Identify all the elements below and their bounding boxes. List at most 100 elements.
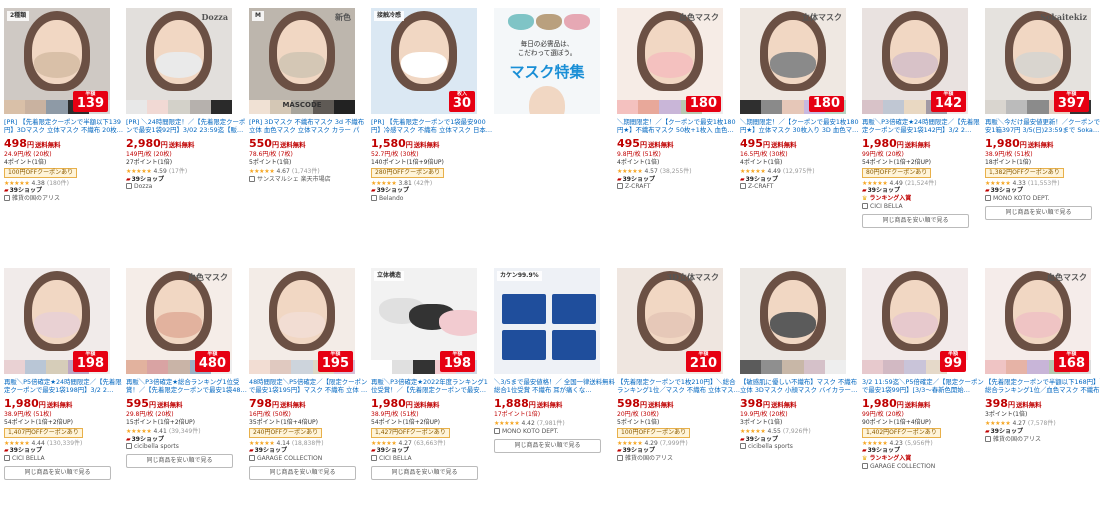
product-card[interactable]: カケン99.9% ＼3/5まで最安値格！／ 全国一律送料無料 総合1位受賞 不織布… <box>494 268 617 453</box>
review-count[interactable]: (7,578件) <box>1028 420 1056 427</box>
shop-name[interactable]: GARAGE COLLECTION <box>249 455 372 463</box>
product-title[interactable]: [PR] ＼24時間限定！／【先着限定クーポンで最安1袋92円】3/02 23:… <box>126 118 249 135</box>
shop-name[interactable]: cicibella sports <box>740 443 863 451</box>
product-title[interactable]: 【先着限定クーポンで1枚210円】＼総合ランキング1位／マスク 不織布 立体マス… <box>617 378 740 395</box>
product-title[interactable]: 再販＼P5倍確定★24時間限定／【先着限定クーポンで最安1袋198円】3/2 2… <box>4 378 127 395</box>
product-card[interactable]: 血色マスク 半額 168 【先着限定クーポンで半額以下168円】＼総合ランキング1位／… <box>985 268 1100 443</box>
product-image[interactable]: 半額 99 <box>862 268 968 374</box>
product-image[interactable]: 血色マスク 180 <box>617 8 723 114</box>
review-count[interactable]: (21,524件) <box>905 180 937 187</box>
review-count[interactable]: (1,743件) <box>292 168 320 175</box>
same-product-cheapest-button[interactable]: 同じ商品を安い順で見る <box>862 213 969 228</box>
product-title[interactable]: ＼3/5まで最安値格！／ 全国一律送料無料 総合1位受賞 不織布 耳が痛くな… <box>494 378 617 395</box>
product-title[interactable]: 再販＼P3倍確定★総合ランキング1位受賞！／【先着限定クーポンで最安1袋48… <box>126 378 249 395</box>
product-image[interactable]: カケン99.9% <box>494 268 600 374</box>
coupon-badge[interactable]: 240円OFFクーポンあり <box>249 427 323 438</box>
product-card[interactable]: 半額 198 再販＼P5倍確定★24時間限定／【先着限定クーポンで最安1袋198円】… <box>4 268 127 481</box>
product-title[interactable]: 3/2 11:59迄＼P5倍確定／【限定クーポンで最安1袋99円】[3/3〜春新… <box>862 378 985 395</box>
same-product-cheapest-button[interactable]: 同じ商品を安い順で見る <box>249 466 356 481</box>
product-image[interactable]: 毎日の必需品は、 こだわって選ぼう。 マスク特集 <box>494 8 600 114</box>
product-title[interactable]: ＼期間限定！／【クーポンで最安1枚180円★】立体マスク 30枚入り 3D 血色… <box>740 118 863 135</box>
product-title[interactable]: 【先着限定クーポンで半額以下168円】＼総合ランキング1位／血色マスク 不織布… <box>985 378 1100 395</box>
product-card[interactable]: 2種類 半額 139 [PR] 【先着限定クーポンで半額以下139円】3Dマスク 立体… <box>2 0 247 263</box>
shop-name[interactable]: Z-CRAFT <box>617 183 740 191</box>
same-product-cheapest-button[interactable]: 同じ商品を安い順で見る <box>494 438 601 453</box>
product-card[interactable]: 半額 142 再販＼P3倍確定★24時間限定／【先着限定クーポンで最安1袋142円】… <box>862 8 985 228</box>
coupon-badge[interactable]: 1,427円OFFクーポンあり <box>371 427 450 438</box>
product-card[interactable]: 毎日の必需品は、 こだわって選ぼう。 マスク特集 <box>494 8 617 118</box>
review-count[interactable]: (38,255件) <box>660 168 692 175</box>
product-image[interactable]: 血色マスク 半額 168 <box>985 268 1091 374</box>
same-product-cheapest-button[interactable]: 同じ商品を安い順で見る <box>371 466 478 481</box>
product-card[interactable]: 血色マスク 180 ＼期間限定！／【クーポンで最安1枚180円★】不織布マスク 50… <box>617 8 740 191</box>
product-image[interactable]: Sokaitekiz 半額 397 <box>985 8 1091 114</box>
product-image[interactable]: 立体マスク 180 <box>740 8 846 114</box>
review-count[interactable]: (5,956件) <box>905 440 933 447</box>
product-title[interactable]: 再販＼今だけ最安値更新！／クーポンで最安1箱397円 3/5(日)23:59まで… <box>985 118 1100 135</box>
review-count[interactable]: (7,981件) <box>537 420 565 427</box>
shop-name[interactable]: 雑貨の国のアリス <box>985 435 1100 444</box>
review-count[interactable]: (11,553件) <box>1028 180 1060 187</box>
product-title[interactable]: [PR] 【先着限定クーポンで1袋最安900円】冷感マスク 不織布 立体マスク … <box>371 118 494 135</box>
product-card[interactable]: 3D立体マスク 半額 210 【先着限定クーポンで1枚210円】＼総合ランキング1位／… <box>617 268 740 463</box>
review-count[interactable]: (39,349件) <box>169 428 201 435</box>
product-card[interactable]: Sokaitekiz 半額 397 再販＼今だけ最安値更新！／クーポンで最安1箱397… <box>985 8 1100 221</box>
product-title[interactable]: ＼期間限定！／【クーポンで最安1枚180円★】不織布マスク 50枚+1枚入 血色… <box>617 118 740 135</box>
product-title[interactable]: 再販＼P3倍確定★24時間限定／【先着限定クーポンで最安1袋142円】3/2 2… <box>862 118 985 135</box>
coupon-badge[interactable]: 1,402円OFFクーポンあり <box>862 427 941 438</box>
shop-name[interactable]: Z-CRAFT <box>740 183 863 191</box>
product-image[interactable]: 半額 195 <box>249 268 355 374</box>
product-image[interactable]: 3D立体マスク 半額 210 <box>617 268 723 374</box>
product-card[interactable]: 【敏感肌に優しい不織布】マスク 不織布 立体 3Dマスク 小顔マスク バイカラー… <box>740 268 863 451</box>
shop-name[interactable]: 雑貨の国のアリス <box>4 195 127 203</box>
shop-name[interactable]: 雑貨の国のアリス <box>617 455 740 463</box>
shop-name[interactable]: サンスマルシェ 楽天市場店 <box>249 175 372 184</box>
product-image[interactable] <box>740 268 846 374</box>
shop-name[interactable]: CICI BELLA <box>862 203 985 211</box>
review-count[interactable]: (130,339件) <box>47 440 83 447</box>
product-card[interactable]: 立体マスク 180 ＼期間限定！／【クーポンで最安1枚180円★】立体マスク 30枚… <box>740 8 863 191</box>
shop-name[interactable]: Dozza <box>126 183 249 191</box>
shop-name[interactable]: Belando <box>371 195 494 203</box>
coupon-badge[interactable]: 80円OFFクーポンあり <box>862 167 932 178</box>
coupon-badge[interactable]: 1,382円OFFクーポンあり <box>985 167 1064 178</box>
coupon-badge[interactable]: 280円OFFクーポンあり <box>371 167 445 178</box>
shop-name[interactable]: MONO KOTO DEPT. <box>985 195 1100 203</box>
product-title[interactable]: 【敏感肌に優しい不織布】マスク 不織布 立体 3Dマスク 小顔マスク バイカラー… <box>740 378 863 395</box>
product-card[interactable]: M 新色 MASCODE [PR] 3Dマスク 不織布マスク 3d 不織布 立体 血色… <box>249 8 372 183</box>
review-count[interactable]: (18,838件) <box>292 440 324 447</box>
same-product-cheapest-button[interactable]: 同じ商品を安い順で見る <box>126 454 233 469</box>
product-title[interactable]: 48時間限定＼P5倍確定／【限定クーポンで最安1袋195円】マスク 不織布 立体… <box>249 378 372 395</box>
review-count[interactable]: (180件) <box>47 180 69 187</box>
review-count[interactable]: (42件) <box>414 180 432 187</box>
product-card[interactable]: Dozza [PR] ＼24時間限定！／【先着限定クーポンで最安1袋92円】3/0… <box>124 0 369 263</box>
product-title[interactable]: 再販＼P3倍確定★2022年度ランキング1位受賞！／【先着限定クーポンで最安… <box>371 378 494 395</box>
review-count[interactable]: (7,926件) <box>783 428 811 435</box>
review-count[interactable]: (12,975件) <box>783 168 815 175</box>
coupon-badge[interactable]: 100円OFFクーポンあり <box>4 167 78 178</box>
coupon-badge[interactable]: 1,407円OFFクーポンあり <box>4 427 83 438</box>
product-card[interactable]: 立体構造 半額 198 再販＼P3倍確定★2022年度ランキング1位受賞！／【先着限定… <box>371 268 494 481</box>
product-card[interactable]: 半額 99 3/2 11:59迄＼P5倍確定／【限定クーポンで最安1袋99円】[3/… <box>862 268 985 471</box>
same-product-cheapest-button[interactable]: 同じ商品を安い順で見る <box>4 466 111 481</box>
product-title[interactable]: [PR] 【先着限定クーポンで半額以下139円】3Dマスク 立体マスク 不織布 … <box>4 118 127 135</box>
shop-name[interactable]: CICI BELLA <box>371 455 494 463</box>
shop-name[interactable]: GARAGE COLLECTION <box>862 463 985 471</box>
shop-name[interactable]: MONO KOTO DEPT. <box>494 427 617 436</box>
review-count[interactable]: (17件) <box>169 168 187 175</box>
review-count[interactable]: (7,999件) <box>660 440 688 447</box>
product-card[interactable]: 血色マスク 半額 480 再販＼P3倍確定★総合ランキング1位受賞！／【先着限定クーポ… <box>126 268 249 469</box>
product-image[interactable]: 血色マスク 半額 480 <box>126 268 232 374</box>
product-image[interactable]: 半額 142 <box>862 8 968 114</box>
same-product-cheapest-button[interactable]: 同じ商品を安い順で見る <box>985 206 1092 221</box>
coupon-badge[interactable]: 100円OFFクーポンあり <box>617 427 691 438</box>
product-image[interactable]: 立体構造 半額 198 <box>371 268 477 374</box>
shop-name[interactable]: cicibella sports <box>126 443 249 451</box>
product-image[interactable]: Dozza <box>126 8 232 114</box>
product-image[interactable]: 2種類 半額 139 <box>4 8 110 114</box>
product-image[interactable]: M 新色 MASCODE <box>249 8 355 114</box>
product-image[interactable]: 接触冷感 枚入 30 <box>371 8 477 114</box>
product-image[interactable]: 半額 198 <box>4 268 110 374</box>
review-count[interactable]: (63,663件) <box>414 440 446 447</box>
product-title[interactable]: [PR] 3Dマスク 不織布マスク 3d 不織布 立体 血色マスク 立体マスク … <box>249 118 372 135</box>
